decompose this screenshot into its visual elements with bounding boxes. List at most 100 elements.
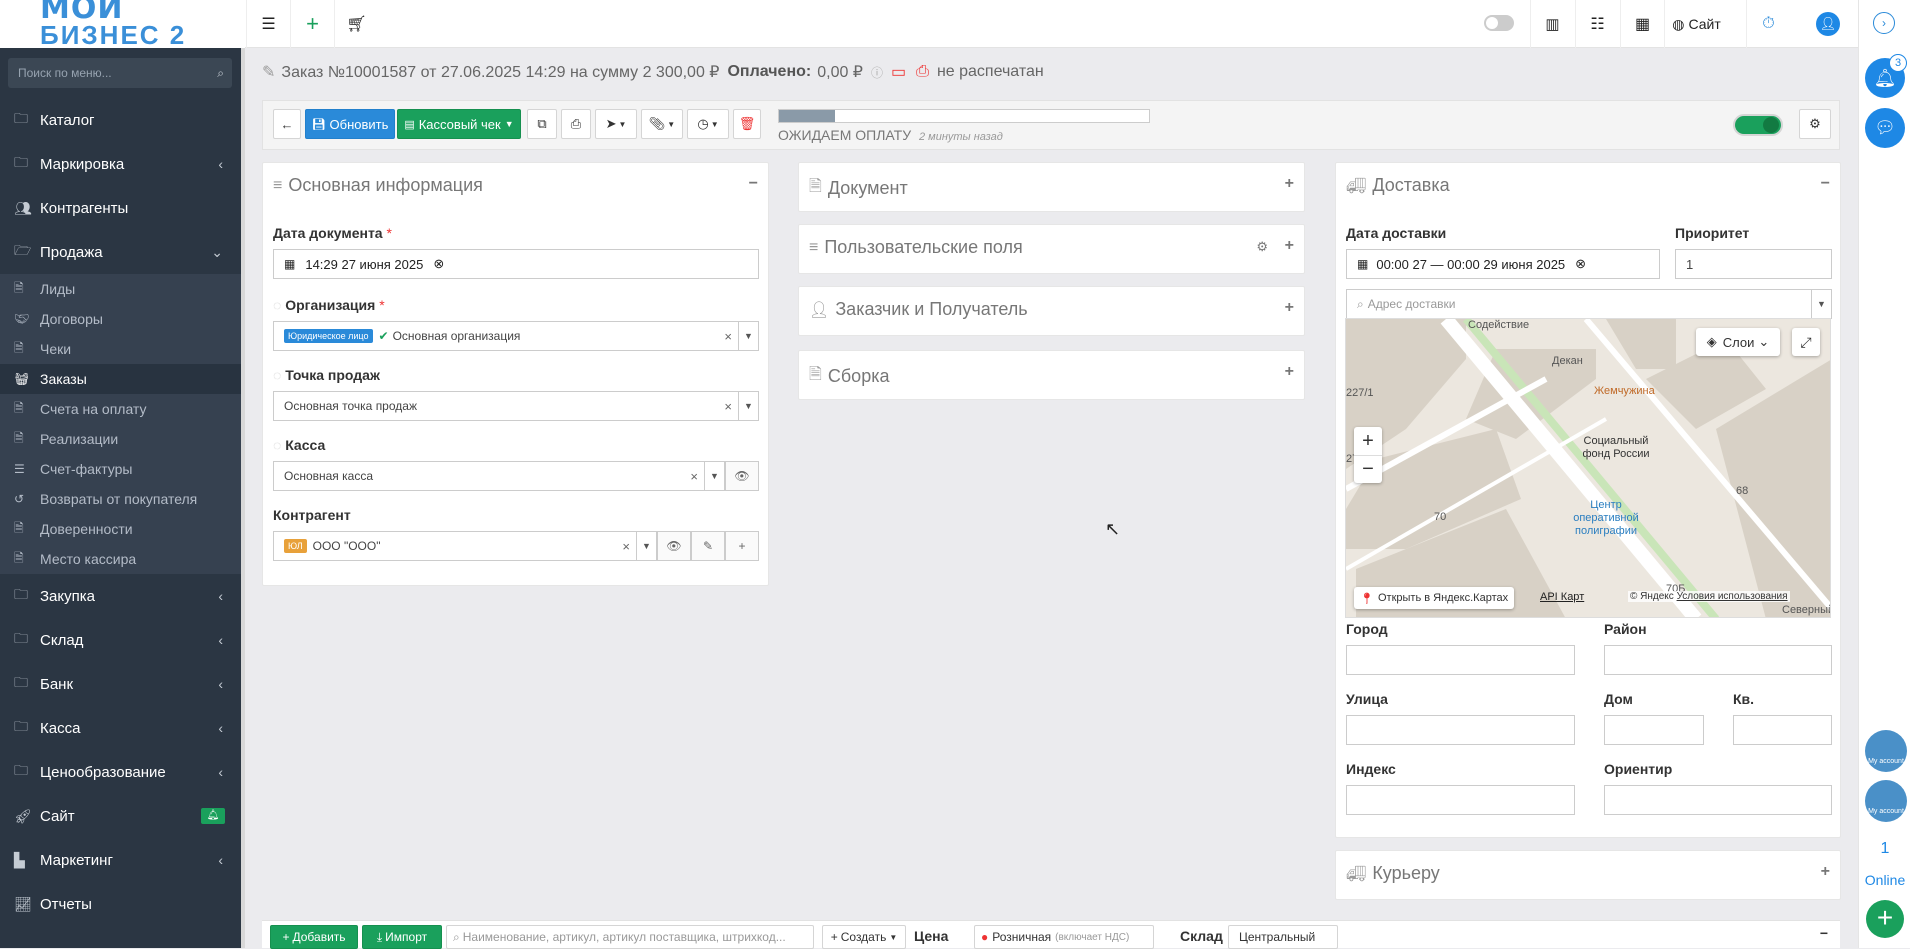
account-avatar-1[interactable]: My account [1865,730,1907,772]
import-button[interactable]: ⤓ Импорт [362,925,442,949]
street-input[interactable] [1346,715,1575,745]
create-button[interactable]: + Создать ▼ [822,925,906,949]
attach-button[interactable]: 📎︎ ▼ [641,109,683,139]
point-select[interactable]: Основная точка продаж × ▼ [273,391,759,421]
api-link[interactable]: API Карт [1540,591,1584,603]
clear-icon[interactable]: × [690,469,698,484]
zoom-out-button[interactable]: − [1354,455,1382,483]
sidebar-item-sales[interactable]: 🗁︎ Продажа ⌄ [0,230,245,274]
history-button[interactable]: ◷ ▼ [687,109,729,139]
cart-button[interactable]: 🛒︎ [334,0,378,48]
sidebar-item-purchase[interactable]: 🗀︎ Закупка ‹ [0,574,245,618]
clear-icon[interactable]: ⊗ [433,256,444,272]
org-select[interactable]: Юридическое лицо ✔ Основная организация … [273,321,759,351]
settings-button[interactable]: ⚙ [1799,109,1831,139]
dropdown-icon[interactable]: ▼ [738,322,758,350]
city-input[interactable] [1346,645,1575,675]
sidebar-sub-powers[interactable]: 🗎︎ Доверенности [0,514,245,544]
fab-add-button[interactable]: + [1866,900,1904,938]
sidebar-item-reports[interactable]: 📈︎ Отчеты [0,882,245,926]
sidebar-sub-invoices[interactable]: 🗎︎ Счета на оплату [0,394,245,424]
courier-panel[interactable]: 🚚︎ Курьеру + [1335,850,1841,900]
dropdown-icon[interactable]: ▼ [1811,290,1831,318]
expand-button[interactable]: + [1285,237,1294,255]
site-button[interactable]: ◍ Сайт [1664,0,1728,48]
clear-icon[interactable]: × [724,329,732,344]
sidebar-sub-returns[interactable]: ↺ Возвраты от покупателя [0,484,245,514]
sidebar-item-contractors[interactable]: 👥︎ Контрагенты [0,186,245,230]
index-input[interactable] [1346,785,1575,815]
profile-button[interactable]: 👤︎ [1806,0,1850,48]
delete-button[interactable]: 🗑︎ [733,109,761,139]
collapse-button[interactable]: − [1821,175,1830,193]
sidebar-scrollbar[interactable] [241,48,245,948]
item-search-input[interactable]: ⌕ Наименование, артикул, артикул поставщи… [446,925,814,949]
open-yandex-button[interactable]: 📍︎ Открыть в Яндекс.Картах [1354,587,1515,609]
price-select[interactable]: ● Розничная (включает НДС) [974,925,1154,949]
sidebar-item-site[interactable]: 🚀︎ Сайт 🔔︎ [0,794,245,838]
sidebar-item-pricing[interactable]: 🗀︎ Ценообразование ‹ [0,750,245,794]
house-input[interactable] [1604,715,1704,745]
account-avatar-2[interactable]: My account [1865,780,1907,822]
custom-fields-panel[interactable]: ≡ Пользовательские поля ⚙ + [798,224,1305,274]
sidebar-sub-leads[interactable]: 🗎︎ Лиды [0,274,245,304]
address-input[interactable]: ⌕ Адрес доставки ▼ [1346,289,1832,319]
view-counterparty-button[interactable]: 👁︎ [657,531,691,561]
customer-panel[interactable]: 👤︎ Заказчик и Получатель + [798,286,1305,336]
doc-date-input[interactable]: ▦ 14:29 27 июня 2025 ⊗ [273,249,759,279]
menu-search-input[interactable]: Поиск по меню... ⌕ [8,58,232,88]
district-input[interactable] [1604,645,1832,675]
clear-icon[interactable]: ⊗ [1575,256,1586,272]
edit-icon[interactable]: ✎ [262,62,275,82]
dropdown-icon[interactable]: ▼ [704,462,724,490]
edit-counterparty-button[interactable]: ✎ [691,531,725,561]
logo[interactable]: МОЙ БИЗНЕС 2 [0,0,245,50]
sidebar-sub-realizations[interactable]: 🗎︎ Реализации [0,424,245,454]
theme-toggle[interactable] [1484,15,1514,31]
map-layers-button[interactable]: ◈ Слои ⌄ [1696,328,1780,356]
sidebar-sub-receipts[interactable]: 🗎︎ Чеки [0,334,245,364]
expand-button[interactable]: + [1821,863,1830,881]
refresh-button[interactable]: 💾︎ Обновить [305,109,395,139]
sidebar-sub-orders[interactable]: 🧺︎ Заказы [0,364,245,394]
expand-button[interactable]: + [1285,299,1294,317]
delivery-map[interactable]: Содействие Декан Жемчужина Социальный фо… [1345,318,1831,618]
delivery-date-input[interactable]: ▦ 00:00 27 — 00:00 29 июня 2025 ⊗ [1346,249,1660,279]
clear-icon[interactable]: × [724,399,732,414]
view-cash-button[interactable]: 👁︎ [725,461,759,491]
dropdown-icon[interactable]: ▼ [636,532,656,560]
collapse-rail-button[interactable]: › [1873,12,1895,34]
copy-button[interactable]: ⧉ [527,109,557,139]
collapse-button[interactable]: − [749,175,758,193]
order-toggle[interactable] [1733,114,1783,136]
map-fullscreen-button[interactable]: ⤢ [1792,328,1820,356]
menu-toggle-button[interactable]: ☰ [246,0,290,48]
expand-button[interactable]: + [1285,175,1294,193]
sidebar-item-bank[interactable]: 🗀︎ Банк ‹ [0,662,245,706]
timer-button[interactable]: ⏱︎ [1746,0,1790,48]
landmark-input[interactable] [1604,785,1832,815]
list-button[interactable]: ☷ [1575,0,1619,48]
document-panel[interactable]: 🗎︎ Документ + [798,162,1305,212]
send-button[interactable]: ➤ ▼ [595,109,637,139]
sidebar-sub-contracts[interactable]: 🤝︎ Договоры [0,304,245,334]
gears-icon[interactable]: ⚙ [1256,239,1268,255]
assembly-panel[interactable]: 🗎︎ Сборка + [798,350,1305,400]
terms-link[interactable]: Условия использования [1677,591,1788,602]
printer-icon[interactable]: ⎙ [916,63,929,81]
back-button[interactable]: ← [273,109,301,139]
add-item-button[interactable]: + Добавить [270,925,358,949]
add-counterparty-button[interactable]: + [725,531,759,561]
cash-select[interactable]: Основная касса × ▼ [273,461,725,491]
sidebar-item-warehouse[interactable]: 🗀︎ Склад ‹ [0,618,245,662]
sidebar-sub-tax-invoices[interactable]: ☰ Счет-фактуры [0,454,245,484]
zoom-in-button[interactable]: + [1354,427,1382,455]
sidebar-item-marking[interactable]: 🗀︎ Маркировка ‹ [0,142,245,186]
barcode-button[interactable]: ▥ [1530,0,1574,48]
sidebar-item-cash[interactable]: 🗀︎ Касса ‹ [0,706,245,750]
sidebar-item-marketing[interactable]: ▙ Маркетинг ‹ [0,838,245,882]
dropdown-icon[interactable]: ▼ [738,392,758,420]
clear-icon[interactable]: × [622,539,630,554]
collapse-items-button[interactable]: − [1820,925,1828,941]
sidebar-sub-cashier[interactable]: 🗎︎ Место кассира [0,544,245,574]
